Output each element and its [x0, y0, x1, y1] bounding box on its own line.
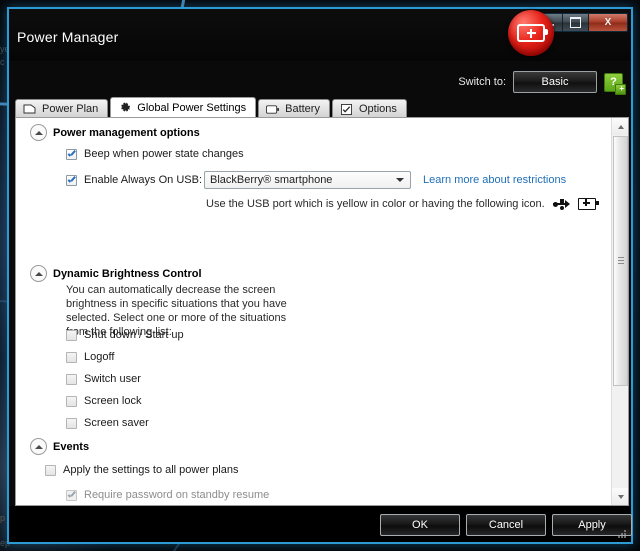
settings-scroll-content: Power management options Beep when power… [16, 118, 612, 505]
tab-power-plan-label: Power Plan [42, 103, 99, 115]
logoff-checkbox[interactable] [66, 351, 77, 363]
usb-device-value: BlackBerry® smartphone [210, 174, 333, 186]
section-dynamic-brightness-header[interactable]: Dynamic Brightness Control [30, 265, 202, 282]
dialog-button-bar: OK Cancel Apply [9, 506, 632, 542]
desktop-text-2: c [0, 57, 5, 67]
apply-all-plans-label: Apply the settings to all power plans [63, 464, 239, 476]
tab-global-power-settings-label: Global Power Settings [137, 102, 247, 114]
apply-all-plans-checkbox[interactable] [45, 464, 56, 476]
screen-lock-checkbox[interactable] [66, 395, 77, 407]
usb-square [559, 198, 564, 203]
checkbox-row-beep[interactable]: Beep when power state changes [66, 148, 244, 160]
checkbox-icon [340, 103, 353, 115]
battery-icon [266, 104, 280, 115]
page-title: Power Manager [17, 29, 119, 45]
power-manager-window: Power Manager X Switch to: Basic ? + Powe… [7, 7, 633, 544]
checkbox-row-screen-lock[interactable]: Screen lock [66, 395, 141, 407]
switch-to-label: Switch to: [458, 76, 506, 88]
beep-label: Beep when power state changes [84, 148, 244, 160]
checkbox-row-always-on-usb[interactable]: Enable Always On USB: [66, 174, 202, 186]
usb-port-icon [577, 198, 599, 210]
section-dynamic-brightness-title: Dynamic Brightness Control [53, 267, 202, 280]
checkbox-row-logoff[interactable]: Logoff [66, 351, 114, 363]
tab-options-label: Options [358, 103, 397, 115]
battery-plus-icon [508, 10, 554, 56]
port-plus-v [585, 199, 587, 207]
require-password-label: Require password on standby resume [84, 489, 270, 501]
tab-strip: Power Plan Global Power Settings Battery… [15, 97, 409, 118]
help-plus-badge: + [619, 83, 624, 93]
section-power-management-title: Power management options [53, 126, 200, 139]
checkbox-row-screen-saver[interactable]: Screen saver [66, 417, 149, 429]
tab-options[interactable]: Options [331, 99, 407, 118]
section-power-management-header[interactable]: Power management options [30, 124, 200, 141]
usb-device-select[interactable]: BlackBerry® smartphone [204, 171, 411, 189]
vertical-scrollbar[interactable] [611, 118, 628, 505]
close-icon: X [604, 17, 612, 28]
chevron-up-icon [34, 444, 43, 449]
tab-battery-label: Battery [285, 103, 320, 115]
tab-power-plan[interactable]: Power Plan [15, 99, 109, 118]
usb-hint-text: Use the USB port which is yellow in colo… [206, 198, 545, 210]
screen-saver-label: Screen saver [84, 417, 149, 429]
chevron-down-icon [617, 494, 624, 499]
shutdown-startup-label: Shut down / Start up [84, 329, 184, 341]
check-tick [67, 491, 76, 500]
maximize-button[interactable] [563, 14, 589, 31]
switch-user-checkbox[interactable] [66, 373, 77, 385]
check-tick [67, 176, 76, 185]
collapse-events-icon[interactable] [30, 438, 47, 455]
ok-button[interactable]: OK [380, 514, 460, 536]
usb-hint-row: Use the USB port which is yellow in colo… [206, 198, 599, 210]
gear-icon [118, 102, 131, 114]
chevron-up-icon [34, 271, 43, 276]
collapse-dynamic-brightness-icon[interactable] [30, 265, 47, 282]
battery-outline [517, 24, 548, 42]
scrollbar-grip [618, 257, 624, 265]
shutdown-startup-checkbox[interactable] [66, 329, 77, 341]
screen-lock-label: Screen lock [84, 395, 142, 407]
maximize-icon [570, 17, 581, 28]
scrollbar-thumb[interactable] [613, 136, 628, 386]
require-password-checkbox[interactable] [66, 489, 77, 501]
beep-checkbox[interactable] [66, 148, 77, 160]
tab-battery[interactable]: Battery [258, 99, 330, 118]
page-icon [23, 104, 36, 115]
checkbox-row-shutdown-startup[interactable]: Shut down / Start up [66, 329, 184, 341]
check-tick [67, 150, 76, 159]
close-button[interactable]: X [589, 14, 627, 31]
plus-vertical [529, 28, 533, 38]
screen-saver-checkbox[interactable] [66, 417, 77, 429]
chevron-up-icon [617, 124, 624, 129]
checkbox-row-apply-all-plans[interactable]: Apply the settings to all power plans [45, 464, 239, 476]
switch-user-label: Switch user [84, 373, 141, 385]
scroll-up-button[interactable] [612, 118, 628, 135]
learn-more-link[interactable]: Learn more about restrictions [423, 174, 566, 186]
section-events-header[interactable]: Events [30, 438, 89, 455]
always-on-usb-label: Enable Always On USB: [84, 174, 203, 186]
usb-icon [552, 198, 570, 210]
checkbox-row-switch-user[interactable]: Switch user [66, 373, 141, 385]
always-on-usb-checkbox[interactable] [66, 174, 77, 186]
settings-panel: Power management options Beep when power… [15, 117, 629, 506]
section-events-title: Events [53, 440, 90, 453]
tab-global-power-settings[interactable]: Global Power Settings [110, 97, 257, 118]
cancel-button[interactable]: Cancel [466, 514, 546, 536]
checkbox-row-require-password[interactable]: Require password on standby resume [66, 489, 269, 501]
logoff-label: Logoff [84, 351, 115, 363]
resize-grip[interactable] [616, 528, 628, 540]
chevron-up-icon [34, 130, 43, 135]
switch-mode-row: Switch to: Basic ? + [458, 71, 626, 95]
scroll-down-button[interactable] [612, 488, 628, 505]
usb-circle [559, 205, 564, 210]
collapse-power-management-icon[interactable] [30, 124, 47, 141]
chevron-down-icon [396, 178, 404, 182]
help-question-icon[interactable]: ? + [604, 72, 626, 95]
usb-arrow [564, 200, 570, 208]
switch-to-basic-button[interactable]: Basic [513, 71, 597, 93]
